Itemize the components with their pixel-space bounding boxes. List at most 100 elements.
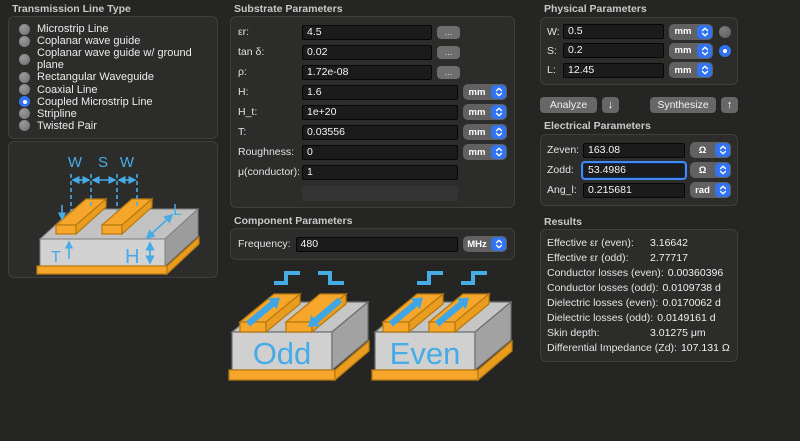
s-fix-radio[interactable]	[719, 45, 731, 57]
roughness-unit-select[interactable]: mm	[463, 144, 507, 160]
radio-icon	[19, 36, 30, 47]
zodd-label: Zodd:	[547, 164, 583, 176]
rho-label: ρ:	[238, 66, 302, 78]
dim-label-h: H	[125, 246, 139, 268]
option-label: Twisted Pair	[37, 120, 97, 132]
substrate-row: Roughness: 0 mm	[238, 142, 507, 162]
physical-panel: W: 0.5 mm S: 0.2 mm L: 12.45 mm	[540, 17, 738, 85]
tand-field[interactable]: 0.02	[302, 45, 432, 60]
cross-section-panel: W S W T H L	[8, 141, 218, 278]
rho-field[interactable]: 1.72e-08	[302, 65, 432, 80]
dim-label-s: S	[98, 154, 108, 171]
result-value: 2.77717	[650, 251, 688, 266]
mu-conductor-label: μ(conductor):	[238, 166, 302, 178]
angl-field[interactable]: 0.215681	[583, 183, 685, 198]
stepper-icon	[491, 85, 506, 99]
result-row: Effective εr (even):3.16642	[547, 236, 737, 251]
s-field[interactable]: 0.2	[563, 43, 664, 58]
result-row: Dielectric losses (even):0.0170062 d	[547, 296, 737, 311]
physical-row: L: 12.45 mm	[547, 61, 731, 80]
line-type-option-coaxial[interactable]: Coaxial Line	[19, 84, 211, 96]
er-more-button[interactable]: ...	[437, 26, 460, 39]
s-unit-select[interactable]: mm	[669, 43, 713, 59]
l-field[interactable]: 12.45	[563, 63, 664, 78]
substrate-title: Substrate Parameters	[234, 3, 343, 15]
angl-unit-select[interactable]: rad	[690, 182, 731, 198]
radio-icon	[19, 54, 30, 65]
even-mode-label: Even	[390, 336, 461, 371]
odd-mode-label: Odd	[253, 336, 312, 371]
option-label: Rectangular Waveguide	[37, 71, 154, 83]
t-unit-select[interactable]: mm	[463, 124, 507, 140]
angl-label: Ang_l:	[547, 184, 583, 196]
ht-field[interactable]: 1e+20	[302, 105, 458, 120]
odd-mode-diagram: Odd	[228, 268, 370, 399]
app-window: Transmission Line Type Microstrip Line C…	[0, 0, 800, 441]
mu-conductor-field[interactable]: 1	[302, 165, 458, 180]
synthesize-arrow-up-button[interactable]: ↑	[721, 97, 738, 113]
line-type-option-coupled-microstrip[interactable]: Coupled Microstrip Line	[19, 96, 211, 108]
rho-more-button[interactable]: ...	[437, 66, 460, 79]
dim-label-l: L	[173, 202, 182, 219]
roughness-field[interactable]: 0	[302, 145, 458, 160]
line-type-option-coplanar[interactable]: Coplanar wave guide	[19, 35, 211, 47]
zeven-field[interactable]: 163.08	[583, 143, 685, 158]
synthesize-button[interactable]: Synthesize	[650, 97, 716, 113]
component-title: Component Parameters	[234, 215, 352, 227]
w-unit-select[interactable]: mm	[669, 24, 713, 40]
substrate-row: T: 0.03556 mm	[238, 122, 507, 142]
analyze-arrow-down-button[interactable]: ↓	[602, 97, 619, 113]
h-unit-select[interactable]: mm	[463, 84, 507, 100]
line-type-option-twisted-pair[interactable]: Twisted Pair	[19, 120, 211, 132]
line-type-option-coplanar-ground[interactable]: Coplanar wave guide w/ ground plane	[19, 47, 211, 71]
s-label: S:	[547, 45, 563, 57]
stepper-icon	[715, 163, 730, 177]
substrate-row: μ(conductor): 1	[238, 162, 507, 182]
zodd-unit-select[interactable]: Ω	[690, 162, 731, 178]
zeven-unit-select[interactable]: Ω	[690, 142, 731, 158]
substrate-row: tan δ: 0.02 ...	[238, 42, 507, 62]
result-row: Differential Impedance (Zd):107.131 Ω	[547, 341, 737, 356]
tand-more-button[interactable]: ...	[437, 46, 460, 59]
electrical-title: Electrical Parameters	[544, 120, 651, 132]
stepper-icon	[491, 125, 506, 139]
line-type-option-rectangular-waveguide[interactable]: Rectangular Waveguide	[19, 71, 211, 83]
result-value: 0.0109738 d	[662, 281, 720, 296]
result-value: 0.0170062 d	[662, 296, 720, 311]
line-type-option-microstrip[interactable]: Microstrip Line	[19, 23, 211, 35]
option-label: Stripline	[37, 108, 77, 120]
h-label: H:	[238, 86, 302, 98]
stepper-icon	[697, 44, 712, 58]
substrate-panel: εr: 4.5 ... tan δ: 0.02 ... ρ: 1.72e-08 …	[230, 16, 515, 208]
l-label: L:	[547, 64, 563, 76]
h-field[interactable]: 1.6	[302, 85, 458, 100]
w-fix-radio[interactable]	[719, 26, 731, 38]
line-type-option-stripline[interactable]: Stripline	[19, 108, 211, 120]
result-row: Skin depth:3.01275 μm	[547, 326, 737, 341]
substrate-row: εr: 4.5 ...	[238, 22, 507, 42]
w-field[interactable]: 0.5	[563, 24, 664, 39]
stepper-icon	[715, 183, 730, 197]
radio-icon	[19, 72, 30, 83]
frequency-label: Frequency:	[238, 238, 291, 250]
substrate-row: ρ: 1.72e-08 ...	[238, 62, 507, 82]
dim-label-w2: W	[120, 154, 135, 171]
electrical-row: Zodd: 53.4986 Ω	[547, 160, 731, 180]
er-field[interactable]: 4.5	[302, 25, 432, 40]
stepper-icon	[697, 63, 712, 77]
t-field[interactable]: 0.03556	[302, 125, 458, 140]
frequency-field[interactable]: 480	[296, 237, 458, 252]
frequency-unit-select[interactable]: MHz	[463, 236, 507, 252]
electrical-panel: Zeven: 163.08 Ω Zodd: 53.4986 Ω Ang_l: 0…	[540, 134, 738, 206]
zodd-field[interactable]: 53.4986	[583, 163, 685, 178]
radio-icon	[19, 120, 30, 131]
coupled-microstrip-diagram: W S W T H L	[10, 143, 216, 276]
radio-icon	[19, 84, 30, 95]
w-label: W:	[547, 26, 563, 38]
results-panel: Effective εr (even):3.16642 Effective εr…	[540, 229, 738, 362]
radio-selected-icon	[19, 96, 30, 107]
l-unit-select[interactable]: mm	[669, 62, 713, 78]
analyze-button[interactable]: Analyze	[540, 97, 597, 113]
ht-unit-select[interactable]: mm	[463, 104, 507, 120]
ht-label: H_t:	[238, 106, 302, 118]
